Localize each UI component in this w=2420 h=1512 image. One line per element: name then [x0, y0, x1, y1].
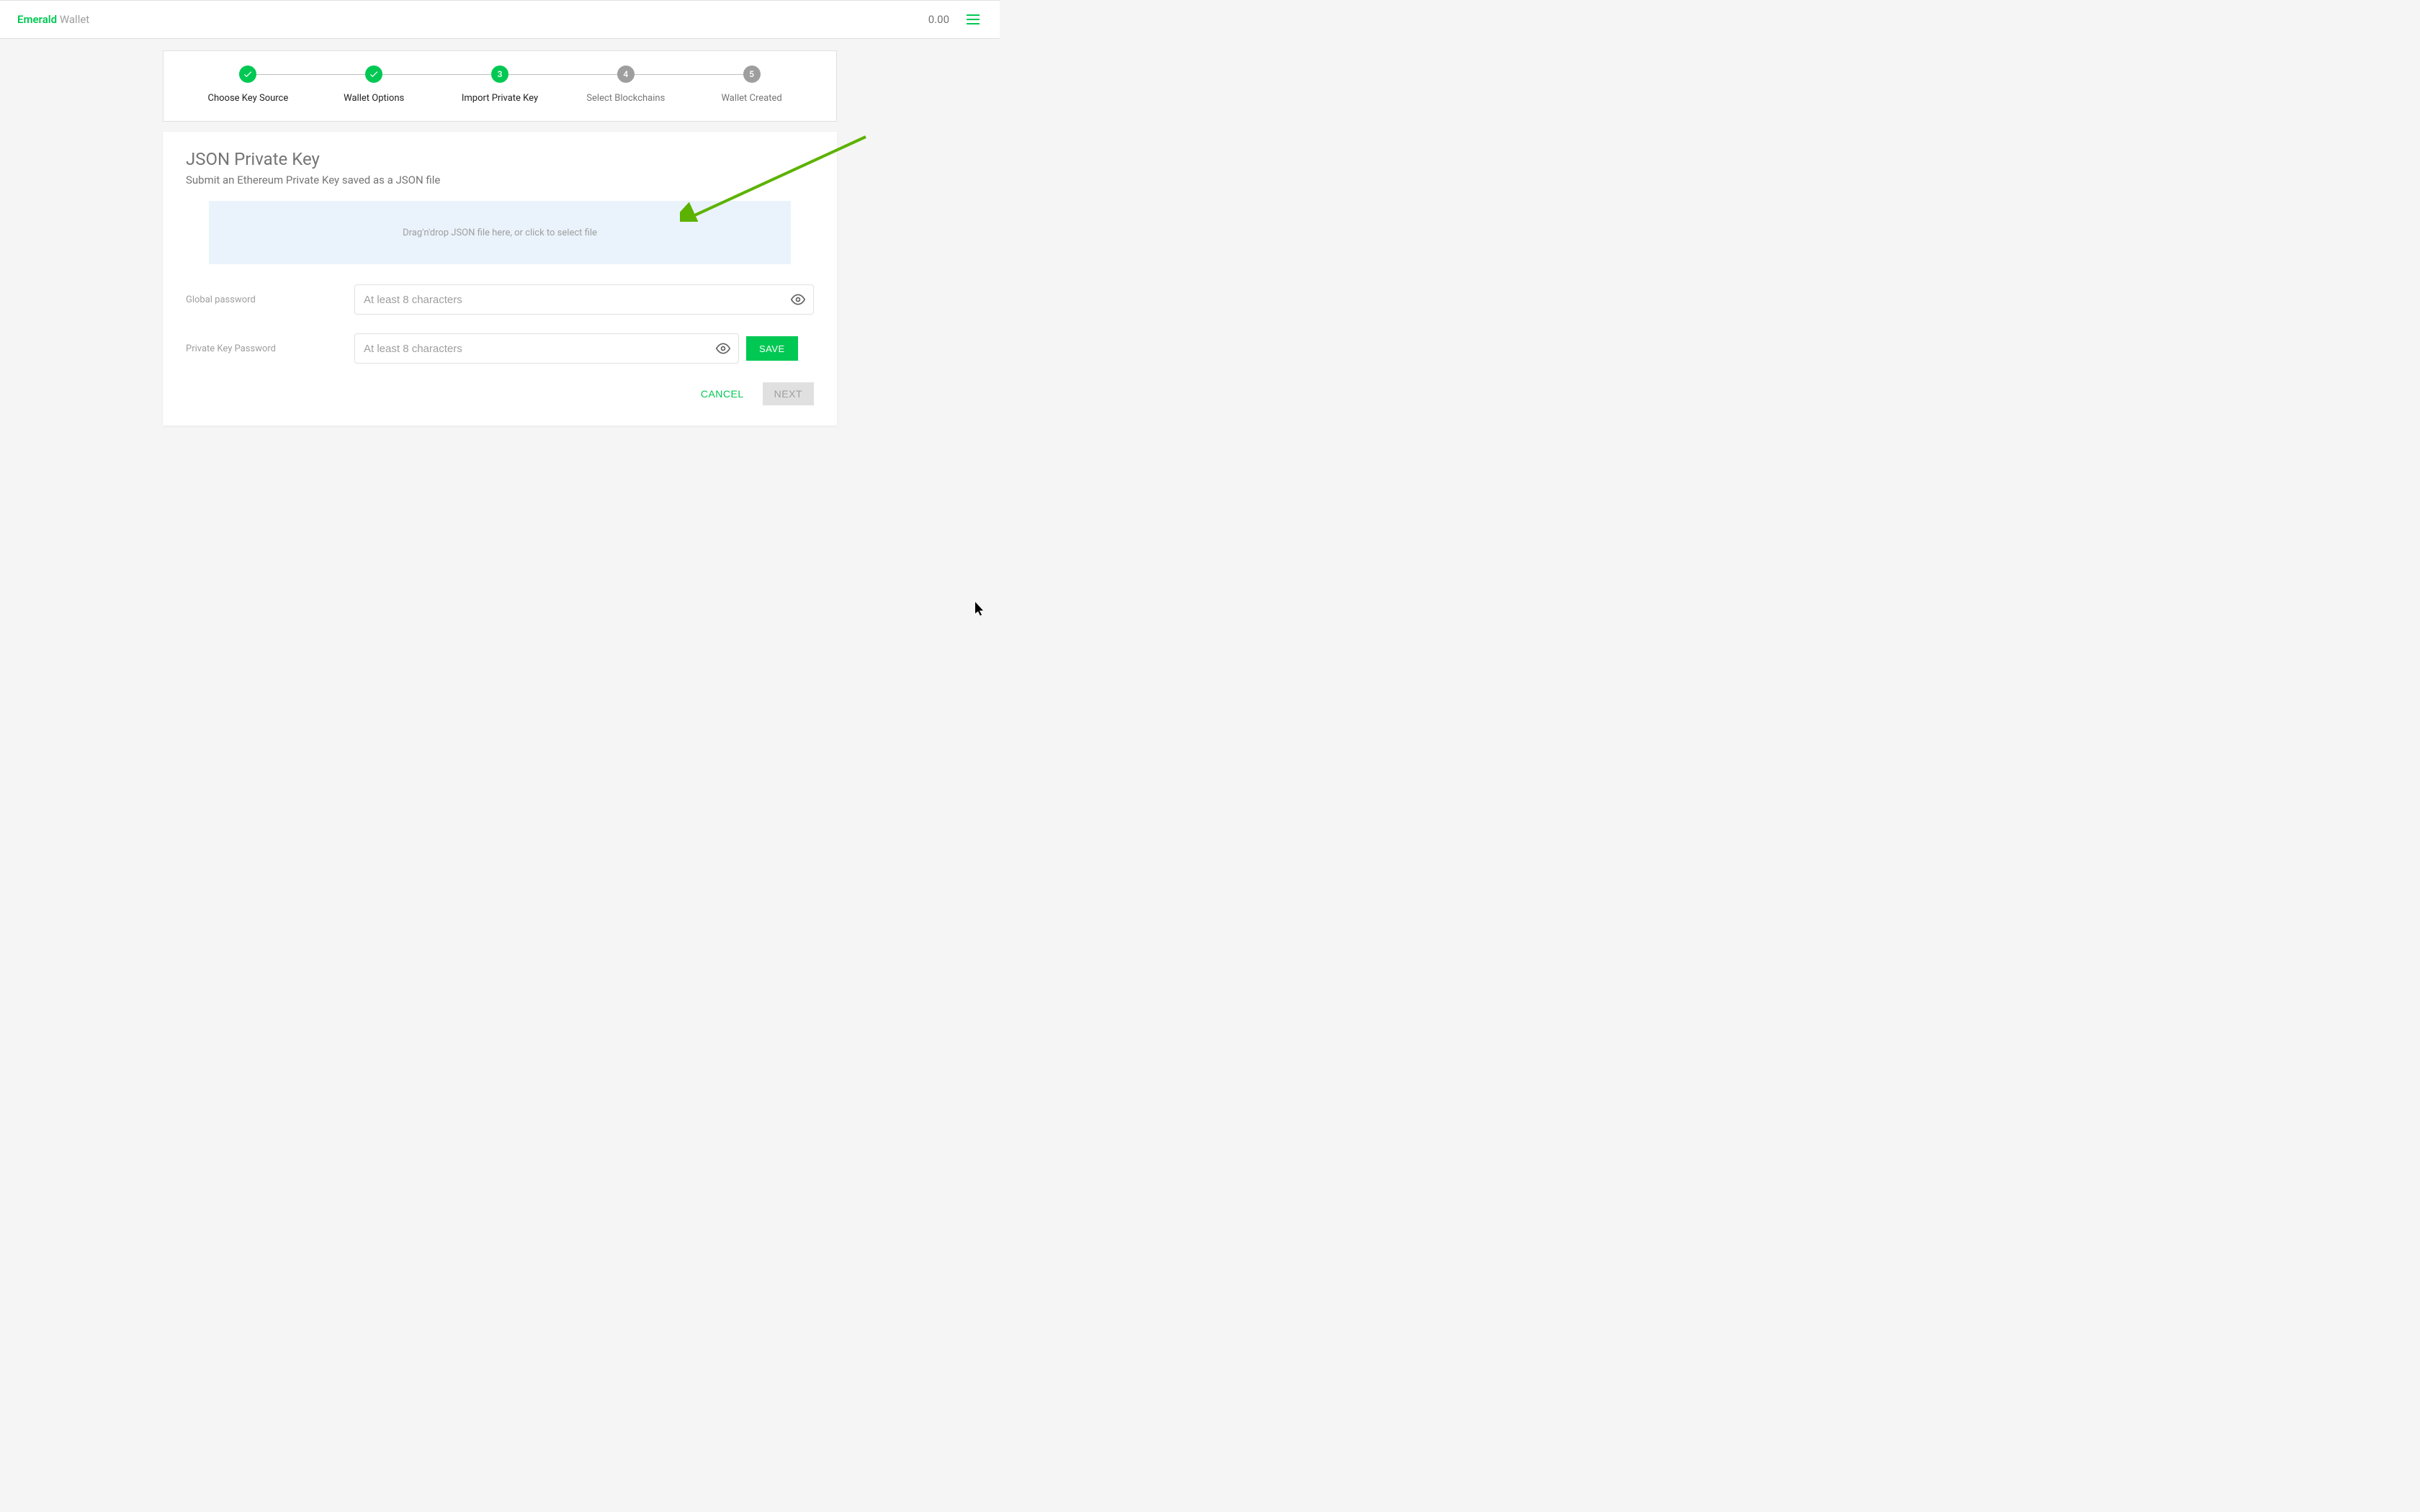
private-key-password-wrap — [354, 333, 739, 364]
balance-display: 0.00 — [928, 13, 949, 26]
step-indicator-done — [365, 66, 382, 83]
step-wallet-options: Wallet Options — [311, 66, 437, 104]
global-password-wrap — [354, 284, 814, 315]
check-icon — [243, 69, 253, 79]
eye-icon[interactable] — [716, 341, 730, 356]
dropzone-text: Drag'n'drop JSON file here, or click to … — [403, 228, 597, 238]
global-password-input[interactable] — [354, 284, 814, 315]
private-key-password-label: Private Key Password — [186, 343, 354, 354]
check-icon — [369, 69, 379, 79]
stepper-card: Choose Key Source Wallet Options 3 Impor… — [163, 50, 837, 122]
step-choose-key-source: Choose Key Source — [185, 66, 311, 104]
private-key-password-row: Private Key Password SAVE — [186, 333, 814, 364]
global-password-row: Global password — [186, 284, 814, 315]
header-right: 0.00 — [928, 12, 982, 27]
step-select-blockchains: 4 Select Blockchains — [563, 66, 689, 104]
next-button[interactable]: NEXT — [763, 382, 814, 405]
global-password-label: Global password — [186, 294, 354, 305]
step-indicator-active: 3 — [491, 66, 508, 83]
main-card: JSON Private Key Submit an Ethereum Priv… — [163, 132, 837, 426]
step-indicator-pending: 5 — [743, 66, 761, 83]
menu-button[interactable] — [964, 12, 982, 27]
step-label: Choose Key Source — [208, 93, 289, 104]
action-row: CANCEL NEXT — [186, 382, 814, 405]
brand-primary: Emerald — [17, 13, 57, 26]
hamburger-icon — [967, 14, 980, 24]
cancel-button[interactable]: CANCEL — [692, 382, 753, 405]
step-indicator-done — [239, 66, 256, 83]
eye-icon[interactable] — [791, 292, 805, 307]
file-dropzone[interactable]: Drag'n'drop JSON file here, or click to … — [209, 201, 791, 264]
step-label: Wallet Options — [344, 93, 404, 104]
private-key-password-input[interactable] — [354, 333, 739, 364]
page-subtitle: Submit an Ethereum Private Key saved as … — [186, 174, 814, 186]
step-label: Import Private Key — [462, 93, 538, 104]
main-container: Choose Key Source Wallet Options 3 Impor… — [163, 50, 837, 426]
brand-secondary: Wallet — [57, 13, 89, 26]
stepper: Choose Key Source Wallet Options 3 Impor… — [185, 66, 815, 104]
page-title: JSON Private Key — [186, 149, 814, 169]
cursor-icon — [975, 602, 985, 616]
step-indicator-pending: 4 — [617, 66, 635, 83]
step-wallet-created: 5 Wallet Created — [689, 66, 815, 104]
step-label: Wallet Created — [721, 93, 781, 104]
save-button[interactable]: SAVE — [746, 336, 798, 361]
step-import-private-key: 3 Import Private Key — [437, 66, 563, 104]
step-label: Select Blockchains — [586, 93, 665, 104]
brand: Emerald Wallet — [17, 13, 89, 26]
app-header: Emerald Wallet 0.00 — [0, 0, 1000, 39]
